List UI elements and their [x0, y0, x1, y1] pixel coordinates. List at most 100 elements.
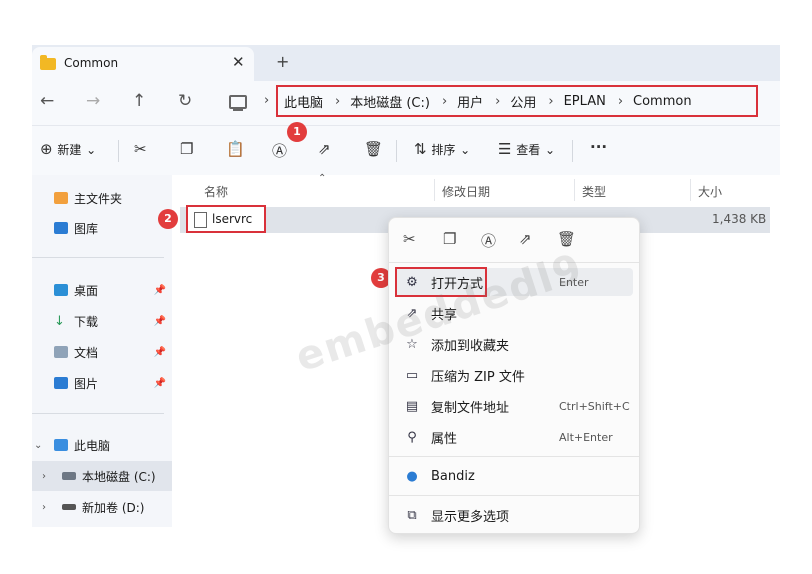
plus-circle-icon: ⊕: [40, 140, 53, 158]
sidebar-item-label: 图库: [74, 221, 99, 236]
file-name: lservrc: [212, 212, 253, 226]
file-size: 1,438 KB: [712, 212, 767, 226]
sidebar-item-downloads[interactable]: ↓ 下载 📌: [32, 306, 172, 336]
sidebar-item-label: 下载: [74, 314, 99, 329]
paste-icon[interactable]: 📋: [226, 140, 245, 158]
column-divider[interactable]: [690, 179, 691, 201]
menu-item-label: 复制文件地址: [431, 400, 510, 416]
sidebar-item-label: 主文件夹: [74, 191, 123, 206]
file-item-lservrc[interactable]: lservrc: [186, 205, 266, 233]
sidebar-item-label: 此电脑: [74, 438, 111, 453]
menu-item-compress-zip[interactable]: ▭ 压缩为 ZIP 文件: [395, 361, 633, 389]
view-button[interactable]: ☰ 查看 ⌄: [498, 140, 555, 158]
breadcrumb-separator-icon: ›: [548, 93, 554, 109]
breadcrumb-item[interactable]: 本地磁盘 (C:): [350, 92, 430, 111]
refresh-button[interactable]: ↻: [178, 91, 192, 111]
sidebar-item-home[interactable]: 主文件夹: [32, 183, 172, 213]
more-options-icon: ⧉: [407, 507, 417, 523]
new-button-label: 新建: [57, 143, 82, 157]
sidebar-item-this-pc[interactable]: ⌄ 此电脑: [32, 430, 172, 460]
toolbar-divider: [118, 140, 119, 162]
chevron-down-icon: ⌄: [460, 143, 471, 157]
breadcrumb-item[interactable]: 公用: [510, 92, 536, 111]
chevron-down-icon[interactable]: ⌄: [34, 440, 42, 451]
sidebar-item-new-volume-d[interactable]: › 新加卷 (D:): [32, 492, 172, 522]
gallery-icon: [54, 222, 68, 234]
column-divider[interactable]: [574, 179, 575, 201]
breadcrumb-separator-icon: ›: [335, 93, 341, 109]
up-button[interactable]: ↑: [132, 91, 146, 111]
context-menu: ✂ ❐ Ⓐ ⇗ 🗑 ⚙ 打开方式 Enter ⇗ 共享 ☆ 添加到收藏夹 ▭ 压…: [388, 217, 640, 534]
breadcrumb-item[interactable]: 用户: [457, 92, 483, 111]
this-pc-icon[interactable]: [229, 95, 247, 111]
cut-icon[interactable]: ✂: [134, 140, 147, 158]
pin-icon[interactable]: 📌: [154, 316, 166, 327]
tab-common[interactable]: Common ✕: [32, 47, 254, 81]
file-icon: [194, 212, 207, 228]
share-icon[interactable]: ⇗: [318, 140, 331, 158]
breadcrumb-item[interactable]: 此电脑: [284, 92, 323, 111]
chevron-right-icon[interactable]: ›: [42, 471, 46, 482]
zip-folder-icon: ▭: [405, 367, 419, 383]
menu-divider: [389, 456, 639, 457]
tab-close-icon[interactable]: ✕: [232, 53, 245, 71]
sidebar-item-local-disk-c[interactable]: › 本地磁盘 (C:): [32, 461, 172, 491]
chevron-right-icon[interactable]: ›: [42, 502, 46, 513]
sort-button[interactable]: ⇅ 排序 ⌄: [414, 140, 470, 158]
sidebar-item-gallery[interactable]: 图库: [32, 213, 172, 243]
this-pc-icon: [54, 439, 68, 451]
step-badge-1: 1: [287, 122, 307, 142]
breadcrumb-item[interactable]: EPLAN: [564, 94, 606, 109]
column-header-name[interactable]: 名称: [204, 183, 228, 200]
column-header-size[interactable]: 大小: [698, 183, 722, 200]
menu-item-properties[interactable]: ⚲ 属性 Alt+Enter: [395, 423, 633, 451]
star-icon: ☆: [406, 336, 418, 352]
copy-icon[interactable]: ❐: [443, 230, 456, 248]
new-button[interactable]: ⊕ 新建 ⌄: [40, 140, 96, 158]
menu-item-label: 添加到收藏夹: [431, 338, 510, 354]
menu-item-copy-path[interactable]: ▤ 复制文件地址 Ctrl+Shift+C: [395, 392, 633, 420]
toolbar-divider: [396, 140, 397, 162]
rename-icon[interactable]: Ⓐ: [272, 140, 287, 161]
navigation-pane: 主文件夹 图库 桌面 📌 ↓ 下载 📌 文档 📌 图片 📌 ⌄ 此电脑 › 本地…: [32, 175, 172, 527]
column-header-date[interactable]: 修改日期: [442, 183, 490, 200]
cut-icon[interactable]: ✂: [403, 230, 416, 248]
copy-icon[interactable]: ❐: [180, 140, 193, 158]
sidebar-item-pictures[interactable]: 图片 📌: [32, 368, 172, 398]
sidebar-item-label: 新加卷 (D:): [82, 500, 145, 515]
back-button[interactable]: ←: [40, 91, 54, 111]
rename-icon[interactable]: Ⓐ: [481, 230, 496, 251]
delete-icon[interactable]: 🗑: [364, 140, 383, 158]
sidebar-divider: [32, 257, 164, 258]
home-icon: [54, 192, 68, 204]
sidebar-item-documents[interactable]: 文档 📌: [32, 337, 172, 367]
menu-item-label: 共享: [431, 307, 458, 323]
menu-item-shortcut: Ctrl+Shift+C: [559, 399, 630, 413]
navigation-bar: ← → ↑ ↻ › 此电脑 › 本地磁盘 (C:) › 用户 › 公用 › EP…: [32, 81, 780, 125]
menu-item-share[interactable]: ⇗ 共享: [395, 299, 633, 327]
more-options-button[interactable]: ···: [590, 138, 607, 156]
pin-icon[interactable]: 📌: [154, 285, 166, 296]
sidebar-item-desktop[interactable]: 桌面 📌: [32, 275, 172, 305]
menu-item-label: 显示更多选项: [431, 509, 510, 525]
copy-path-icon: ▤: [405, 398, 419, 414]
menu-item-label: 压缩为 ZIP 文件: [431, 369, 525, 385]
menu-item-label: 属性: [431, 431, 458, 447]
pin-icon[interactable]: 📌: [154, 347, 166, 358]
pin-icon[interactable]: 📌: [154, 378, 166, 389]
breadcrumb-separator-icon: ›: [441, 93, 448, 109]
delete-icon[interactable]: 🗑: [557, 230, 576, 248]
column-divider[interactable]: [434, 179, 435, 201]
context-menu-quick-actions: ✂ ❐ Ⓐ ⇗ 🗑: [389, 218, 639, 262]
bandiz-icon: ●: [406, 468, 418, 484]
new-tab-button[interactable]: +: [276, 52, 289, 71]
menu-item-show-more-options[interactable]: ⧉ 显示更多选项: [395, 501, 633, 529]
drive-icon: [62, 472, 76, 480]
breadcrumb-item-current[interactable]: Common: [633, 94, 692, 109]
breadcrumb[interactable]: 此电脑 › 本地磁盘 (C:) › 用户 › 公用 › EPLAN › Comm…: [276, 85, 758, 117]
forward-button[interactable]: →: [86, 91, 100, 111]
share-icon[interactable]: ⇗: [519, 230, 532, 248]
menu-item-add-to-favorites[interactable]: ☆ 添加到收藏夹: [395, 330, 633, 358]
menu-item-bandiz[interactable]: ● Bandiz: [395, 462, 633, 490]
column-header-type[interactable]: 类型: [582, 183, 606, 200]
